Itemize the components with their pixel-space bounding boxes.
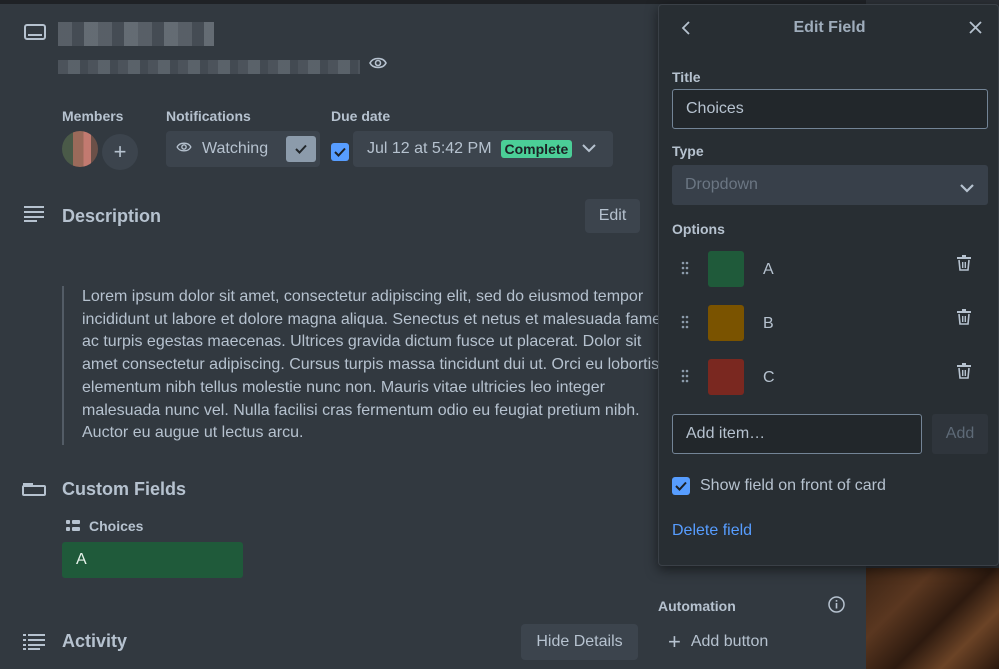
- plus-icon: +: [113, 139, 127, 164]
- delete-field-link[interactable]: Delete field: [672, 522, 752, 540]
- add-member-button[interactable]: +: [102, 134, 138, 170]
- info-icon[interactable]: [828, 596, 845, 613]
- option-label[interactable]: A: [763, 261, 774, 279]
- members-label: Members: [62, 108, 124, 124]
- option-color-swatch[interactable]: [708, 359, 744, 395]
- edit-description-button[interactable]: Edit: [585, 199, 640, 233]
- show-on-front-label[interactable]: Show field on front of card: [700, 477, 886, 495]
- board-background: [866, 568, 999, 669]
- description-icon: [24, 206, 44, 222]
- option-label[interactable]: B: [763, 315, 774, 333]
- add-item-input[interactable]: Add item…: [672, 414, 922, 454]
- edit-field-popover: Edit Field Title Choices Type Dropdown O…: [658, 4, 999, 566]
- option-row[interactable]: B: [672, 305, 988, 341]
- option-row[interactable]: A: [672, 251, 988, 287]
- watching-check-icon: [286, 136, 316, 162]
- add-automation-button[interactable]: + Add button: [658, 624, 848, 660]
- due-date-label: Due date: [331, 108, 391, 124]
- title-input[interactable]: Choices: [672, 89, 988, 129]
- drag-handle-icon[interactable]: [681, 315, 689, 334]
- drag-handle-icon[interactable]: [681, 369, 689, 388]
- due-date-text: Jul 12 at 5:42 PM: [367, 140, 492, 157]
- description-text[interactable]: Lorem ipsum dolor sit amet, consectetur …: [62, 286, 672, 445]
- custom-fields-heading: Custom Fields: [62, 479, 187, 499]
- watch-button[interactable]: Watching: [166, 131, 320, 167]
- close-icon[interactable]: [969, 21, 982, 34]
- choices-field-value[interactable]: A: [62, 542, 243, 578]
- chevron-down-icon: [582, 140, 597, 158]
- option-color-swatch[interactable]: [708, 251, 744, 287]
- add-item-button[interactable]: Add: [932, 414, 988, 454]
- card-icon: [24, 24, 46, 42]
- eye-icon: [176, 140, 192, 158]
- add-button-label: Add button: [690, 633, 769, 650]
- show-on-front-checkbox[interactable]: [672, 477, 690, 495]
- avatar[interactable]: [62, 131, 98, 167]
- option-label[interactable]: C: [763, 369, 775, 387]
- popover-title: Edit Field: [793, 19, 866, 36]
- dropdown-field-icon: [66, 520, 80, 532]
- eye-icon[interactable]: [369, 56, 387, 70]
- notifications-label: Notifications: [166, 108, 251, 124]
- choices-field-value-text: A: [76, 551, 87, 568]
- options-label: Options: [672, 221, 725, 237]
- due-date-button[interactable]: Jul 12 at 5:42 PM Complete: [353, 131, 613, 167]
- plus-icon: +: [668, 629, 681, 654]
- activity-icon: [23, 634, 45, 650]
- choices-field-label: Choices: [89, 518, 144, 534]
- list-name-redacted: [58, 60, 360, 74]
- activity-heading: Activity: [62, 631, 128, 651]
- card-title-redacted: [58, 22, 214, 46]
- option-row[interactable]: C: [672, 359, 988, 395]
- type-select-value: Dropdown: [685, 176, 758, 193]
- trash-icon[interactable]: [957, 255, 971, 276]
- type-label: Type: [672, 143, 704, 159]
- option-color-swatch[interactable]: [708, 305, 744, 341]
- title-input-value: Choices: [686, 100, 744, 117]
- trash-icon[interactable]: [957, 363, 971, 384]
- watching-label: Watching: [202, 140, 269, 157]
- automation-label: Automation: [658, 598, 736, 614]
- description-heading: Description: [62, 206, 162, 226]
- add-item-button-label: Add: [945, 425, 975, 442]
- hide-details-button[interactable]: Hide Details: [521, 624, 638, 660]
- add-item-placeholder: Add item…: [686, 425, 766, 442]
- due-complete-checkbox[interactable]: [331, 143, 349, 161]
- title-label: Title: [672, 69, 701, 85]
- chevron-down-icon: [960, 180, 974, 198]
- complete-badge: Complete: [500, 140, 573, 158]
- trash-icon[interactable]: [957, 309, 971, 330]
- type-select[interactable]: Dropdown: [672, 165, 988, 205]
- drag-handle-icon[interactable]: [681, 261, 689, 280]
- custom-fields-icon: [22, 482, 46, 496]
